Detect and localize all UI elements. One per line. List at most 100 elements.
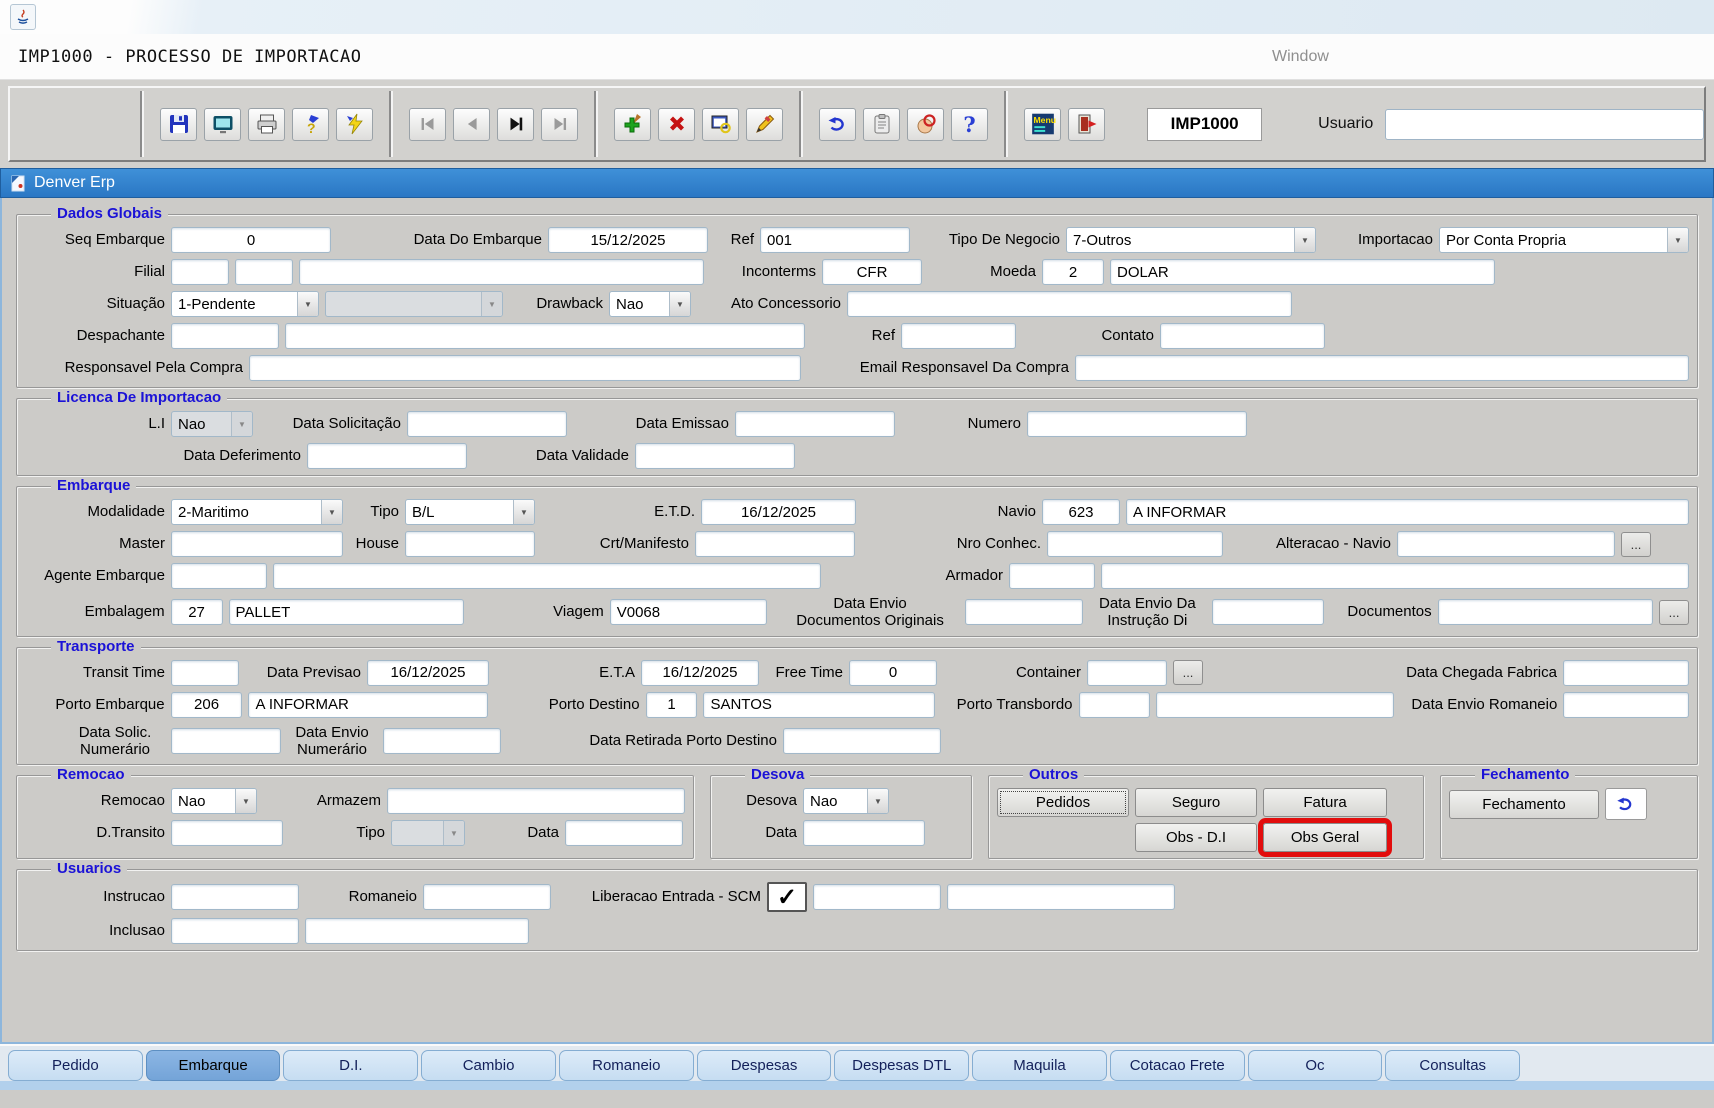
data-envio-instrucao-field[interactable] (1212, 599, 1324, 625)
porto-transbordo-code-field[interactable] (1079, 692, 1151, 718)
denver-window-titlebar[interactable]: Denver Erp (0, 168, 1714, 198)
execute-button[interactable] (336, 108, 373, 141)
fatura-button[interactable]: Fatura (1263, 788, 1387, 817)
navio-code-field[interactable]: 623 (1042, 499, 1120, 525)
li-dropdown[interactable]: Nao ▼ (171, 411, 253, 437)
data-deferimento-field[interactable] (307, 443, 467, 469)
obs-di-button[interactable]: Obs - D.I (1135, 823, 1257, 852)
porto-destino-name-field[interactable]: SANTOS (703, 692, 934, 718)
data-envio-romaneio-field[interactable] (1563, 692, 1689, 718)
d-transito-field[interactable] (171, 820, 283, 846)
master-field[interactable] (171, 531, 343, 557)
contato-field[interactable] (1160, 323, 1325, 349)
undo-button[interactable] (819, 108, 856, 141)
viagem-field[interactable]: V0068 (610, 599, 768, 625)
armazem-field[interactable] (387, 788, 685, 814)
despachante-name-field[interactable] (285, 323, 805, 349)
print-button[interactable] (248, 108, 285, 141)
data-solicitacao-field[interactable] (407, 411, 567, 437)
desova-data-field[interactable] (803, 820, 925, 846)
porto-embarque-code-field[interactable]: 206 (171, 692, 243, 718)
romaneio-field[interactable] (423, 884, 551, 910)
data-previsao-field[interactable]: 16/12/2025 (367, 660, 489, 686)
despachante-ref-field[interactable] (901, 323, 1016, 349)
documentos-more-button[interactable]: ... (1659, 600, 1689, 625)
instrucao-field[interactable] (171, 884, 299, 910)
liberacao-scm-user-field[interactable] (813, 884, 941, 910)
modalidade-dropdown[interactable]: 2-Maritimo ▼ (171, 499, 343, 525)
confirm-button[interactable] (907, 108, 944, 141)
data-envio-numerario-field[interactable] (383, 728, 501, 754)
ato-concessorio-field[interactable] (847, 291, 1292, 317)
eta-field[interactable]: 16/12/2025 (641, 660, 759, 686)
filial-name-field[interactable] (299, 259, 704, 285)
armador-code-field[interactable] (1009, 563, 1095, 589)
inconterms-field[interactable]: CFR (822, 259, 922, 285)
execute-query-button[interactable] (746, 108, 783, 141)
obs-geral-button[interactable]: Obs Geral (1263, 823, 1387, 852)
window-menu[interactable]: Window (1272, 48, 1329, 66)
previous-record-button[interactable] (453, 108, 490, 141)
numero-field[interactable] (1027, 411, 1247, 437)
navio-name-field[interactable]: A INFORMAR (1126, 499, 1689, 525)
filial-code2-field[interactable] (235, 259, 293, 285)
alteracao-navio-field[interactable] (1397, 531, 1615, 557)
tab-romaneio[interactable]: Romaneio (559, 1050, 694, 1081)
data-do-embarque-field[interactable]: 15/12/2025 (548, 227, 708, 253)
etd-field[interactable]: 16/12/2025 (701, 499, 856, 525)
remocao-data-field[interactable] (565, 820, 683, 846)
documentos-field[interactable] (1438, 599, 1653, 625)
free-time-field[interactable]: 0 (849, 660, 937, 686)
next-record-button[interactable] (497, 108, 534, 141)
enter-query-button[interactable] (702, 108, 739, 141)
alteracao-navio-more-button[interactable]: ... (1621, 532, 1651, 557)
tab-oc[interactable]: Oc (1248, 1050, 1383, 1081)
ref-field[interactable]: 001 (760, 227, 910, 253)
screen-button[interactable] (204, 108, 241, 141)
tab-embarque[interactable]: Embarque (146, 1050, 281, 1081)
save-button[interactable] (160, 108, 197, 141)
importacao-dropdown[interactable]: Por Conta Propria ▼ (1439, 227, 1689, 253)
tab-despesas[interactable]: Despesas (697, 1050, 832, 1081)
pedidos-button[interactable]: Pedidos (997, 788, 1129, 817)
first-record-button[interactable] (409, 108, 446, 141)
despachante-code-field[interactable] (171, 323, 279, 349)
email-responsavel-field[interactable] (1075, 355, 1689, 381)
data-validade-field[interactable] (635, 443, 795, 469)
crt-manifesto-field[interactable] (695, 531, 855, 557)
filial-code1-field[interactable] (171, 259, 229, 285)
armador-name-field[interactable] (1101, 563, 1689, 589)
data-retirada-porto-field[interactable] (783, 728, 941, 754)
data-envio-docs-field[interactable] (965, 599, 1083, 625)
insert-record-button[interactable] (614, 108, 651, 141)
liberacao-scm-checkbox[interactable]: ✓ (767, 882, 807, 912)
tab-di[interactable]: D.I. (283, 1050, 418, 1081)
tab-despesas-dtl[interactable]: Despesas DTL (834, 1050, 969, 1081)
situacao-secondary-dropdown[interactable]: ▼ (325, 291, 503, 317)
clipboard-button[interactable] (863, 108, 900, 141)
fechamento-undo-button[interactable] (1605, 788, 1647, 820)
remocao-tipo-dropdown[interactable]: ▼ (391, 820, 465, 846)
help-edit-button[interactable]: ? (292, 108, 329, 141)
seq-embarque-field[interactable]: 0 (171, 227, 331, 253)
tipo-bl-dropdown[interactable]: B/L ▼ (405, 499, 535, 525)
remocao-dropdown[interactable]: Nao ▼ (171, 788, 257, 814)
menu-button[interactable]: Menu (1024, 108, 1061, 141)
moeda-name-field[interactable]: DOLAR (1110, 259, 1495, 285)
desova-dropdown[interactable]: Nao ▼ (803, 788, 889, 814)
last-record-button[interactable] (541, 108, 578, 141)
agente-embarque-name-field[interactable] (273, 563, 821, 589)
moeda-code-field[interactable]: 2 (1042, 259, 1104, 285)
tab-consultas[interactable]: Consultas (1385, 1050, 1520, 1081)
inclusao-name-field[interactable] (305, 918, 529, 944)
drawback-dropdown[interactable]: Nao ▼ (609, 291, 691, 317)
container-field[interactable] (1087, 660, 1167, 686)
data-chegada-fabrica-field[interactable] (1563, 660, 1689, 686)
embalagem-name-field[interactable]: PALLET (229, 599, 464, 625)
porto-embarque-name-field[interactable]: A INFORMAR (248, 692, 487, 718)
usuario-input[interactable] (1385, 109, 1704, 140)
delete-record-button[interactable] (658, 108, 695, 141)
container-more-button[interactable]: ... (1173, 660, 1203, 685)
data-solic-numerario-field[interactable] (171, 728, 281, 754)
inclusao-field[interactable] (171, 918, 299, 944)
